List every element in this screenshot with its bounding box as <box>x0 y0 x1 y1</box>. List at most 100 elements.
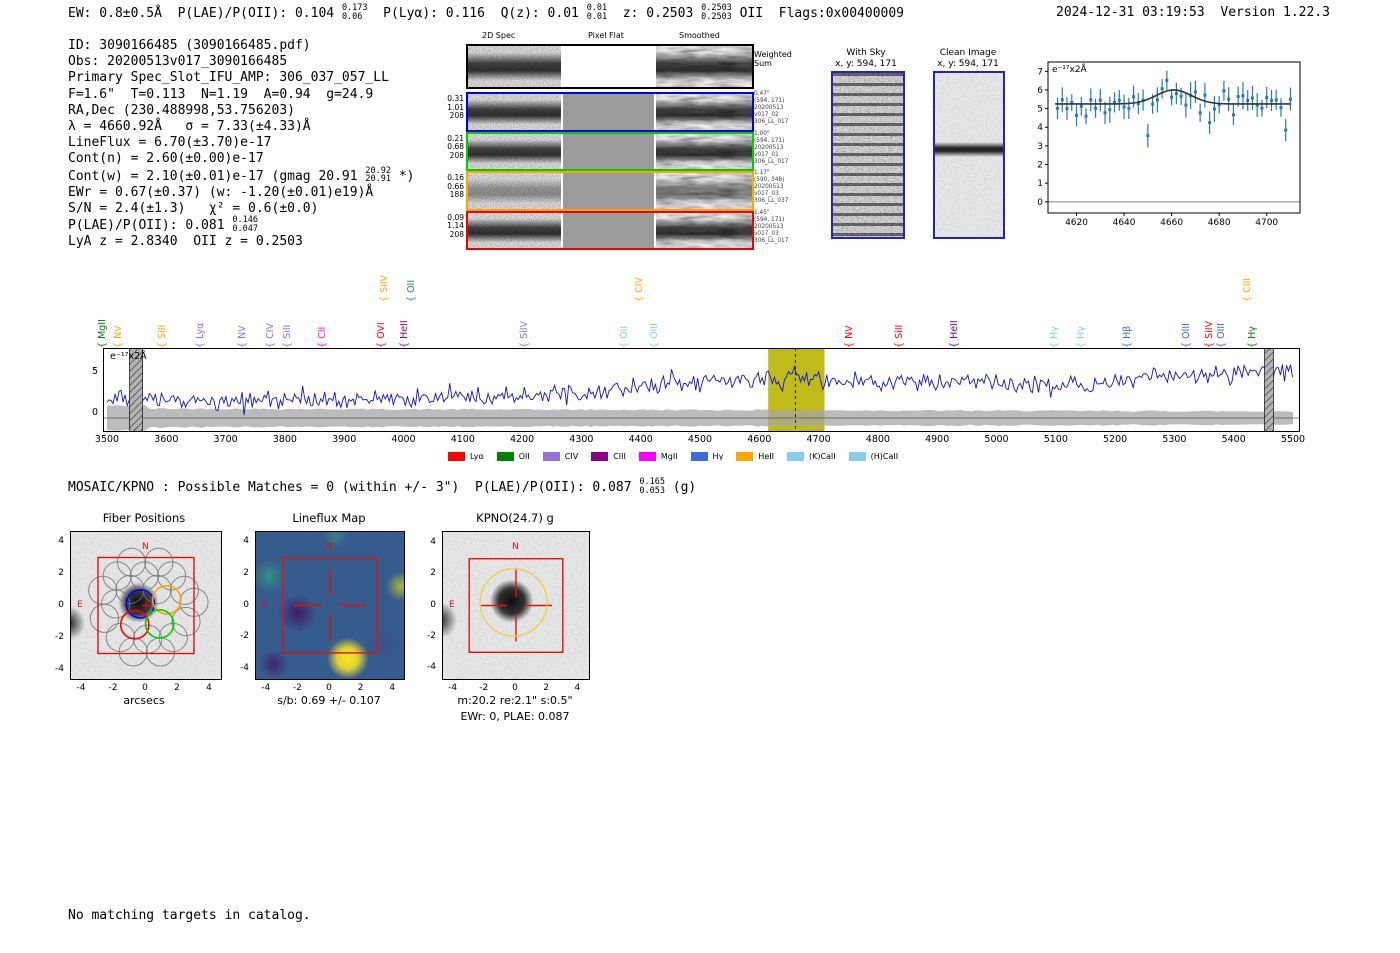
legend-swatch <box>786 452 804 461</box>
line-label-SiIV: { SiIV <box>378 274 390 302</box>
legend-entry-CIV: CIV <box>542 452 579 461</box>
spec-xtick: 4600 <box>747 434 772 445</box>
text-segment: Cont(n) = 2.60(±0.00)e-17 <box>68 151 264 167</box>
svg-text:1: 1 <box>1037 179 1043 189</box>
with-sky-coords: x, y: 594, 171 <box>835 59 897 69</box>
2dspec-fiber-row <box>466 210 754 250</box>
full-spectrum-plot <box>103 348 1300 432</box>
spectral-line-labels: { MgII { NV { SiII { Lyα { NV { CIV { SiII { CI… <box>97 256 1300 348</box>
line-label-OIII: { OIII <box>1180 323 1192 348</box>
spectral-legend: Lyα OII CIV CIII MgII Hγ HeII (K)CaII (H)CaII <box>448 446 911 465</box>
spec-xtick: 3600 <box>154 434 179 445</box>
line-label-NV: { NV <box>112 325 124 348</box>
spec-xtick: 3800 <box>272 434 297 445</box>
text-segment: LyA z = 2.8340 OII z = 0.2503 <box>68 234 303 250</box>
text-segment: P(LAE)/P(OII): 0.081 <box>68 218 233 234</box>
svg-text:4620: 4620 <box>1065 218 1088 228</box>
spec-xtick: 5200 <box>1103 434 1128 445</box>
cutout-xtick: 4 <box>206 683 212 693</box>
cutout-xtick: 4 <box>389 683 396 693</box>
fiber-row-right-labels: 0.47" (594, 171) 20200513 v017_02 306_LL_017 <box>754 91 789 125</box>
compass-north-label: N <box>142 542 149 552</box>
fiber-row-right-labels: 1.00" (594, 171) 20200513 v017_01 306_LL_017 <box>754 130 789 165</box>
cutout-ytick: 2 <box>430 568 436 579</box>
svg-text:4: 4 <box>1037 123 1043 133</box>
cutout-xtick: 2 <box>543 683 550 693</box>
kpno-image: NE <box>442 531 590 680</box>
line-zoom-plot: 0 1 2 3 4 5 6 7 4620 4640 4660 4680 4700 e⁻¹⁷x2Å <box>1037 61 1301 228</box>
line-label-CIV: { CIV <box>634 277 646 302</box>
legend-entry-(H)CaII: (H)CaII <box>848 452 898 461</box>
cutout-xtick: 0 <box>326 683 332 693</box>
info-line: F=1.6" T=0.113 N=1.19 A=0.94 g=24.9 <box>68 87 415 103</box>
legend-label: (K)CaII <box>808 452 836 461</box>
2dspec-panel <box>468 133 561 169</box>
lineflux-xlabel: s/b: 0.69 +/- 0.107 <box>277 694 381 707</box>
line-label-SiIV: { SiIV <box>519 320 531 348</box>
legend-label: CIII <box>613 452 626 461</box>
line-label-Hγ: { Hγ <box>1048 326 1060 348</box>
spec-xtick: 4300 <box>569 434 594 445</box>
kpno-title: KPNO(24.7) g <box>476 511 554 525</box>
pixelflat-panel <box>563 94 654 130</box>
line-label-CIV: { CIV <box>264 323 276 348</box>
pixelflat-panel <box>563 212 654 248</box>
spec-xtick: 3500 <box>94 434 120 445</box>
smoothed-panel <box>656 46 752 87</box>
info-line: Obs: 20200513v017_3090166485 <box>68 54 415 70</box>
info-line: EWr = 0.67(±0.37) (w: -1.20(±0.01)e19)Å <box>68 185 415 201</box>
stacked-fraction: 0.146 0.047 <box>232 215 258 234</box>
fiber-row-right-labels: 1.45" (594, 171) 20200513 v017_03 306_LL_017 <box>754 209 789 244</box>
text-segment: ID: 3090166485 (3090166485.pdf) <box>68 38 311 53</box>
spec-xtick: 4400 <box>628 434 653 445</box>
stacked-fraction: 0.01 0.01 <box>586 3 608 22</box>
legend-label: Hγ <box>712 452 724 461</box>
text-segment: F=1.6" T=0.113 N=1.19 A=0.94 g=24.9 <box>68 86 374 102</box>
spec-xtick: 4700 <box>806 434 831 445</box>
cutout-xtick: -4 <box>448 683 458 693</box>
stacked-fraction: 0.173 0.06 <box>341 3 368 22</box>
spec-ytick-5: 5 <box>91 366 98 377</box>
spec-xtick: 5000 <box>984 434 1009 445</box>
line-label-Hβ: { Hβ <box>1121 325 1133 348</box>
2dspec-panel <box>468 173 561 209</box>
clean-image-coords: x, y: 594, 171 <box>937 59 999 69</box>
svg-text:2: 2 <box>1037 161 1043 171</box>
clean-image-title: Clean Image <box>939 48 997 58</box>
line-label-SiIV: { SiIV <box>1203 320 1215 348</box>
text-segment: λ = 4660.92Å σ = 7.33(±4.33)Å <box>68 119 311 135</box>
legend-entry-CIII: CIII <box>591 452 626 461</box>
lineflux-map-image: NE <box>255 531 405 680</box>
line-label-OII: { OII <box>618 325 630 348</box>
info-line: λ = 4660.92Å σ = 7.33(±4.33)Å <box>68 119 415 135</box>
svg-text:0: 0 <box>1037 198 1043 208</box>
spec-xtick: 3900 <box>332 434 357 445</box>
2dspec-panel <box>468 94 561 130</box>
svg-text:6: 6 <box>1037 86 1043 96</box>
detection-info-block: ID: 3090166485 (3090166485.pdf) Obs: 2020… <box>68 38 415 251</box>
spec-xtick: 4000 <box>391 434 416 445</box>
spec-xticks: 3500 3600 3700 3800 3900 4000 4100 4200 4300 4400… <box>0 434 1400 446</box>
spec-xtick: 3700 <box>213 434 238 445</box>
line-label-Lyα: { Lyα <box>194 322 206 348</box>
svg-text:4700: 4700 <box>1255 218 1278 228</box>
legend-label: CIV <box>564 452 579 461</box>
with-sky-title: With Sky <box>846 48 886 58</box>
stacked-fraction: 0.2503 0.2503 <box>701 3 732 22</box>
lineflux-map-title: Lineflux Map <box>292 511 366 525</box>
compass-north-label: N <box>326 542 333 552</box>
legend-label: Lyα <box>470 452 484 461</box>
2dspec-fiber-row <box>466 92 754 132</box>
kpno-xlabel2: EWr: 0, PLAE: 0.087 <box>460 710 570 723</box>
cutout-xtick: 4 <box>574 683 581 693</box>
cutout-ytick: 0 <box>243 599 249 610</box>
cutout-ytick: -4 <box>55 663 64 674</box>
fiber-row-left-labels: 0.21 0.68 208 <box>447 133 464 160</box>
spec-xtick: 5300 <box>1162 434 1187 445</box>
text-segment: Cont(w) = 2.10(±0.01)e-17 (gmag 20.91 <box>68 168 366 184</box>
elixer-report-page: EW: 0.8±0.5Å P(LAE)/P(OII): 0.104 0.173 0… <box>0 0 1400 953</box>
cutout-xtick: -4 <box>261 683 271 693</box>
footer-line-1: No matching targets in catalog. <box>68 907 311 923</box>
spec-xtick: 4500 <box>687 434 713 445</box>
text-segment: LineFlux = 6.70(±3.70)e-17 <box>68 135 272 151</box>
